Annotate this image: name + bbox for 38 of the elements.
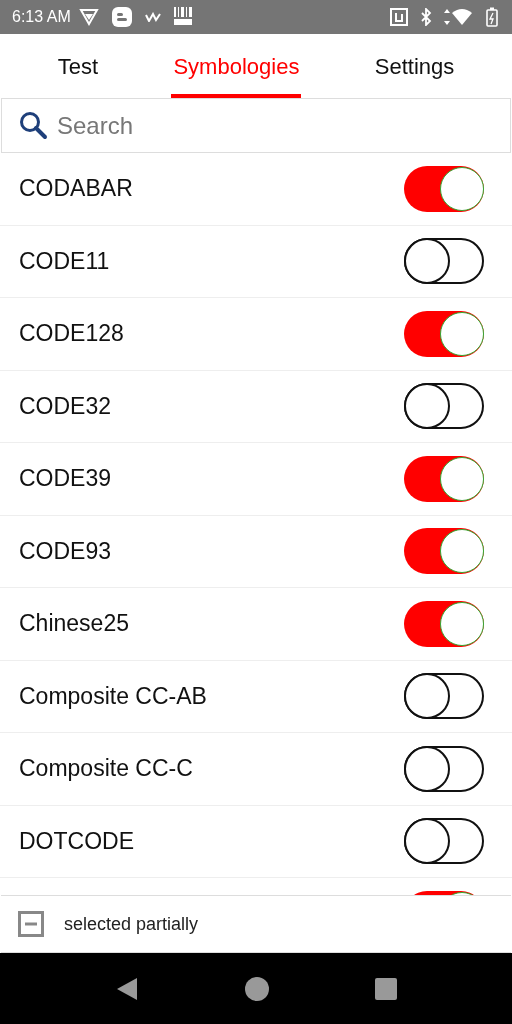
symbology-label: Chinese25 [19,610,129,638]
nfc-icon [390,8,408,26]
symbology-label: CODE11 [19,247,110,275]
symbology-label: CODE39 [19,465,112,493]
symbology-label: CODABAR [19,175,133,203]
battery-icon [486,7,498,27]
search-icon [18,110,48,140]
home-icon[interactable] [244,975,270,1002]
back-icon[interactable] [115,976,139,1001]
symbology-label: CODE128 [19,320,124,348]
toggle-switch[interactable] [404,818,484,865]
symbology-label: CODE93 [19,537,112,565]
wave-icon [144,12,161,22]
symbology-label: DOTCODE [19,827,134,855]
wifi-icon [444,8,474,26]
symbology-label: Composite CC-AB [19,682,207,710]
toggle-switch[interactable] [404,165,484,212]
shield-icon [78,8,99,26]
toggle-switch[interactable] [404,745,484,792]
status-time: 6:13 AM [12,8,71,26]
checkbox[interactable] [18,911,44,937]
toggle-switch[interactable] [404,600,484,647]
search-field[interactable]: Search [1,98,511,153]
toggle-switch[interactable] [404,238,484,285]
blogger-icon [110,6,133,28]
toggle-switch[interactable] [404,673,484,720]
barcode-icon [172,6,193,28]
toggle-switch[interactable] [404,528,484,575]
symbology-label: Composite CC-C [19,755,193,783]
bluetooth-icon [420,8,432,26]
recents-icon[interactable] [375,977,397,1000]
toggle-switch[interactable] [404,310,484,357]
toggle-switch[interactable] [404,383,484,430]
toggle-switch[interactable] [404,455,484,502]
select-all-label: selected partially [64,913,199,935]
tab[interactable]: Settings [372,34,457,98]
symbology-label: CODE32 [19,392,112,420]
tab[interactable]: Test [55,34,101,98]
